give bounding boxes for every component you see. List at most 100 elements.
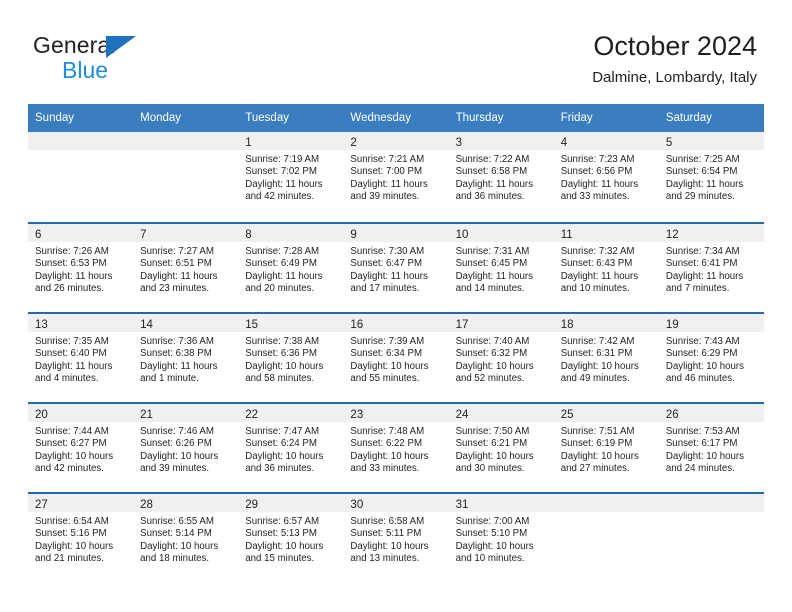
- calendar-day-cell[interactable]: 27 Sunrise: 6:54 AM Sunset: 5:16 PM Dayligh…: [28, 492, 134, 582]
- day-cell[interactable]: 11 Sunrise: 7:32 AM Sunset: 6:43 PM Dayligh…: [553, 222, 659, 312]
- calendar-day-cell[interactable]: 29 Sunrise: 6:57 AM Sunset: 5:13 PM Dayligh…: [238, 492, 344, 582]
- day-cell[interactable]: 10 Sunrise: 7:31 AM Sunset: 6:45 PM Dayligh…: [448, 222, 554, 312]
- calendar-day-cell[interactable]: 11 Sunrise: 7:32 AM Sunset: 6:43 PM Dayligh…: [553, 222, 659, 312]
- calendar-day-cell[interactable]: 4 Sunrise: 7:23 AM Sunset: 6:56 PM Daylight…: [553, 132, 659, 222]
- calendar-day-cell[interactable]: 12 Sunrise: 7:34 AM Sunset: 6:41 PM Dayligh…: [658, 222, 764, 312]
- daylight-text-line1: Daylight: 11 hours: [140, 360, 218, 372]
- calendar-day-cell[interactable]: 26 Sunrise: 7:53 AM Sunset: 6:17 PM Dayligh…: [658, 402, 764, 492]
- day-cell[interactable]: 15 Sunrise: 7:38 AM Sunset: 6:36 PM Dayligh…: [238, 312, 344, 402]
- calendar-day-cell[interactable]: 6 Sunrise: 7:26 AM Sunset: 6:53 PM Daylight…: [28, 222, 134, 312]
- day-cell[interactable]: 24 Sunrise: 7:50 AM Sunset: 6:21 PM Dayligh…: [448, 402, 554, 492]
- calendar-day-cell[interactable]: 25 Sunrise: 7:51 AM Sunset: 6:19 PM Dayligh…: [553, 402, 659, 492]
- sunrise-text: Sunrise: 6:55 AM: [140, 516, 214, 527]
- day-number-strip: 15: [238, 314, 344, 332]
- day-details: Sunrise: 7:27 AM Sunset: 6:51 PM Daylight:…: [133, 242, 238, 296]
- calendar-day-cell[interactable]: 13 Sunrise: 7:35 AM Sunset: 6:40 PM Dayligh…: [28, 312, 134, 402]
- calendar-day-cell[interactable]: 21 Sunrise: 7:46 AM Sunset: 6:26 PM Dayligh…: [133, 402, 239, 492]
- daylight-text-line1: Daylight: 10 hours: [245, 540, 324, 552]
- calendar-day-cell[interactable]: 30 Sunrise: 6:58 AM Sunset: 5:11 PM Dayligh…: [343, 492, 449, 582]
- day-cell[interactable]: 14 Sunrise: 7:36 AM Sunset: 6:38 PM Dayligh…: [133, 312, 239, 402]
- sunset-text: Sunset: 6:53 PM: [35, 258, 107, 270]
- calendar-day-cell[interactable]: 23 Sunrise: 7:48 AM Sunset: 6:22 PM Dayligh…: [343, 402, 449, 492]
- day-details: Sunrise: 7:35 AM Sunset: 6:40 PM Daylight:…: [28, 332, 133, 386]
- calendar-day-cell[interactable]: 10 Sunrise: 7:31 AM Sunset: 6:45 PM Dayligh…: [448, 222, 554, 312]
- day-cell[interactable]: 30 Sunrise: 6:58 AM Sunset: 5:11 PM Dayligh…: [343, 492, 449, 582]
- calendar-day-cell[interactable]: 2 Sunrise: 7:21 AM Sunset: 7:00 PM Daylight…: [343, 132, 449, 222]
- day-cell[interactable]: 19 Sunrise: 7:43 AM Sunset: 6:29 PM Dayligh…: [658, 312, 764, 402]
- day-cell[interactable]: 20 Sunrise: 7:44 AM Sunset: 6:27 PM Dayligh…: [28, 402, 134, 492]
- day-cell[interactable]: 4 Sunrise: 7:23 AM Sunset: 6:56 PM Daylight…: [553, 132, 659, 222]
- sunrise-text: Sunrise: 7:46 AM: [140, 426, 214, 437]
- day-cell[interactable]: 8 Sunrise: 7:28 AM Sunset: 6:49 PM Daylight…: [238, 222, 344, 312]
- sunrise-text: Sunrise: 7:51 AM: [560, 426, 635, 437]
- day-number: 31: [455, 499, 469, 511]
- sunset-text: Sunset: 6:17 PM: [665, 438, 738, 450]
- day-cell[interactable]: 6 Sunrise: 7:26 AM Sunset: 6:53 PM Daylight…: [28, 222, 134, 312]
- day-cell[interactable]: 13 Sunrise: 7:35 AM Sunset: 6:40 PM Dayligh…: [28, 312, 134, 402]
- day-cell[interactable]: 7 Sunrise: 7:27 AM Sunset: 6:51 PM Daylight…: [133, 222, 239, 312]
- day-cell[interactable]: 29 Sunrise: 6:57 AM Sunset: 5:13 PM Dayligh…: [238, 492, 344, 582]
- calendar-day-cell[interactable]: 16 Sunrise: 7:39 AM Sunset: 6:34 PM Dayligh…: [343, 312, 449, 402]
- daylight-text-line1: Daylight: 10 hours: [455, 540, 534, 552]
- day-cell[interactable]: 26 Sunrise: 7:53 AM Sunset: 6:17 PM Dayligh…: [658, 402, 764, 492]
- calendar-day-cell[interactable]: 5 Sunrise: 7:25 AM Sunset: 6:54 PM Daylight…: [658, 132, 764, 222]
- day-cell[interactable]: 28 Sunrise: 6:55 AM Sunset: 5:14 PM Dayligh…: [133, 492, 239, 582]
- day-cell[interactable]: 31 Sunrise: 7:00 AM Sunset: 5:10 PM Dayligh…: [448, 492, 554, 582]
- day-number: 11: [560, 229, 573, 241]
- calendar-day-cell[interactable]: 31 Sunrise: 7:00 AM Sunset: 5:10 PM Dayligh…: [448, 492, 554, 582]
- daylight-text-line2: and 58 minutes.: [245, 373, 315, 385]
- sunset-text: Sunset: 5:11 PM: [350, 528, 422, 540]
- day-cell[interactable]: 12 Sunrise: 7:34 AM Sunset: 6:41 PM Dayligh…: [658, 222, 764, 312]
- calendar-day-cell[interactable]: 15 Sunrise: 7:38 AM Sunset: 6:36 PM Dayligh…: [238, 312, 344, 402]
- calendar-day-cell[interactable]: 28 Sunrise: 6:55 AM Sunset: 5:14 PM Dayligh…: [133, 492, 239, 582]
- daylight-text-line1: Daylight: 11 hours: [350, 178, 428, 190]
- daylight-text-line2: and 39 minutes.: [350, 191, 420, 203]
- daylight-text-line1: Daylight: 11 hours: [560, 178, 639, 190]
- day-details: Sunrise: 7:53 AM Sunset: 6:17 PM Daylight:…: [659, 422, 764, 476]
- calendar-day-cell[interactable]: 22 Sunrise: 7:47 AM Sunset: 6:24 PM Dayligh…: [238, 402, 344, 492]
- calendar-day-cell[interactable]: 8 Sunrise: 7:28 AM Sunset: 6:49 PM Daylight…: [238, 222, 344, 312]
- calendar-day-cell[interactable]: 3 Sunrise: 7:22 AM Sunset: 6:58 PM Daylight…: [448, 132, 554, 222]
- day-cell[interactable]: 5 Sunrise: 7:25 AM Sunset: 6:54 PM Daylight…: [658, 132, 764, 222]
- day-cell[interactable]: 21 Sunrise: 7:46 AM Sunset: 6:26 PM Dayligh…: [133, 402, 239, 492]
- calendar-day-cell[interactable]: 17 Sunrise: 7:40 AM Sunset: 6:32 PM Dayligh…: [448, 312, 554, 402]
- calendar-day-cell[interactable]: 18 Sunrise: 7:42 AM Sunset: 6:31 PM Dayligh…: [553, 312, 659, 402]
- day-number-strip: 19: [658, 314, 764, 332]
- sunset-text: Sunset: 6:51 PM: [140, 258, 212, 270]
- calendar-day-cell[interactable]: 1 Sunrise: 7:19 AM Sunset: 7:02 PM Daylight…: [238, 132, 344, 222]
- day-cell[interactable]: 18 Sunrise: 7:42 AM Sunset: 6:31 PM Dayligh…: [553, 312, 659, 402]
- calendar-day-cell[interactable]: 19 Sunrise: 7:43 AM Sunset: 6:29 PM Dayligh…: [658, 312, 764, 402]
- sunrise-text: Sunrise: 7:23 AM: [560, 154, 635, 165]
- day-cell[interactable]: 16 Sunrise: 7:39 AM Sunset: 6:34 PM Dayligh…: [343, 312, 449, 402]
- day-cell[interactable]: 2 Sunrise: 7:21 AM Sunset: 7:00 PM Daylight…: [343, 132, 449, 222]
- day-cell[interactable]: 9 Sunrise: 7:30 AM Sunset: 6:47 PM Daylight…: [343, 222, 449, 312]
- day-cell[interactable]: 17 Sunrise: 7:40 AM Sunset: 6:32 PM Dayligh…: [448, 312, 554, 402]
- calendar-day-cell[interactable]: 9 Sunrise: 7:30 AM Sunset: 6:47 PM Daylight…: [343, 222, 449, 312]
- daylight-text-line1: Daylight: 10 hours: [560, 450, 639, 462]
- page-title: October 2024: [593, 31, 757, 61]
- day-cell[interactable]: 23 Sunrise: 7:48 AM Sunset: 6:22 PM Dayligh…: [343, 402, 449, 492]
- sunset-text: Sunset: 6:24 PM: [245, 438, 317, 450]
- sunrise-text: Sunrise: 7:32 AM: [560, 246, 635, 257]
- general-blue-logo[interactable]: General Blue: [33, 32, 243, 84]
- day-cell[interactable]: 22 Sunrise: 7:47 AM Sunset: 6:24 PM Dayligh…: [238, 402, 344, 492]
- weekday-header-thursday: Thursday: [448, 104, 554, 132]
- sunrise-text: Sunrise: 6:54 AM: [35, 516, 109, 527]
- day-number: 9: [350, 229, 357, 241]
- calendar-day-cell[interactable]: 20 Sunrise: 7:44 AM Sunset: 6:27 PM Dayligh…: [28, 402, 134, 492]
- calendar-day-cell[interactable]: 14 Sunrise: 7:36 AM Sunset: 6:38 PM Dayligh…: [133, 312, 239, 402]
- day-number: 28: [140, 499, 153, 511]
- daylight-text-line2: and 42 minutes.: [245, 191, 315, 203]
- calendar-day-cell: [553, 492, 659, 582]
- calendar-day-cell[interactable]: 24 Sunrise: 7:50 AM Sunset: 6:21 PM Dayligh…: [448, 402, 554, 492]
- daylight-text-line2: and 33 minutes.: [350, 463, 420, 475]
- calendar-day-cell: [133, 132, 239, 222]
- day-cell-empty: [553, 492, 659, 582]
- day-cell[interactable]: 27 Sunrise: 6:54 AM Sunset: 5:16 PM Dayligh…: [28, 492, 134, 582]
- day-cell[interactable]: 1 Sunrise: 7:19 AM Sunset: 7:02 PM Daylight…: [238, 132, 344, 222]
- calendar-day-cell[interactable]: 7 Sunrise: 7:27 AM Sunset: 6:51 PM Daylight…: [133, 222, 239, 312]
- weekday-header-wednesday: Wednesday: [343, 104, 449, 132]
- day-cell[interactable]: 3 Sunrise: 7:22 AM Sunset: 6:58 PM Daylight…: [448, 132, 554, 222]
- sunrise-text: Sunrise: 7:43 AM: [665, 336, 740, 347]
- day-cell[interactable]: 25 Sunrise: 7:51 AM Sunset: 6:19 PM Dayligh…: [553, 402, 659, 492]
